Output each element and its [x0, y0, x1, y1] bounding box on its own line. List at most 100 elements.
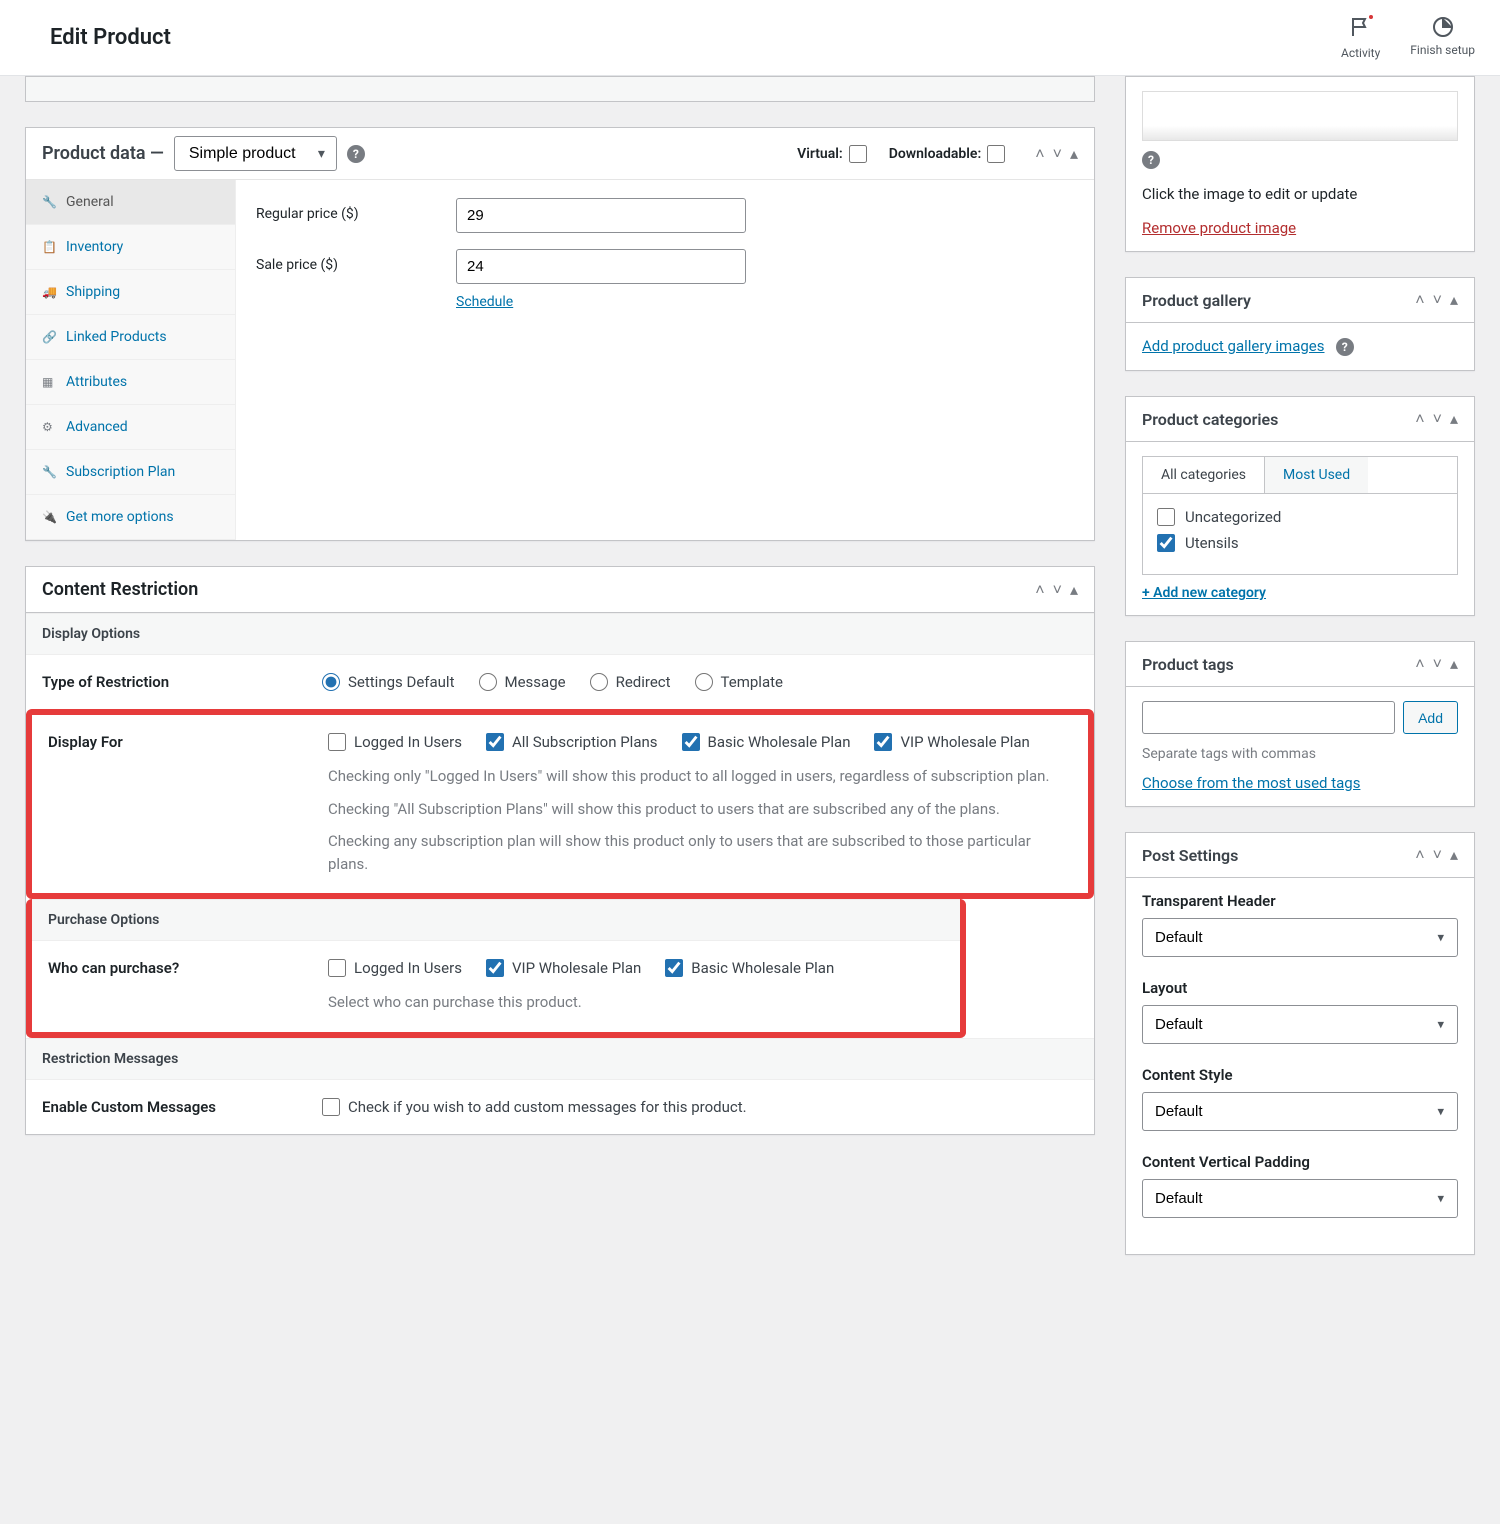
display-all-plans-check[interactable]: All Subscription Plans	[486, 733, 658, 751]
tab-getmore[interactable]: 🔌Get more options	[26, 495, 235, 540]
triangle-up-icon[interactable]: ▴	[1070, 580, 1078, 600]
finish-setup-button[interactable]: Finish setup	[1410, 15, 1475, 60]
downloadable-toggle[interactable]: Downloadable:	[889, 145, 1006, 163]
enable-custom-label: Enable Custom Messages	[42, 1098, 322, 1116]
remove-image-link[interactable]: Remove product image	[1142, 219, 1296, 237]
content-restriction-box: Content Restriction ˄ ˅ ▴ Display Option…	[25, 566, 1095, 1135]
page-header: Edit Product Activity Finish setup	[0, 0, 1500, 76]
activity-button[interactable]: Activity	[1341, 15, 1380, 60]
product-tags-box: Product tags ˄˅▴ Add Separate tags with …	[1125, 641, 1475, 807]
cat-utensils[interactable]: Utensils	[1157, 534, 1443, 552]
enable-custom-check[interactable]: Check if you wish to add custom messages…	[322, 1098, 1078, 1116]
help-icon[interactable]: ?	[1142, 151, 1160, 169]
word-count-bar	[25, 76, 1095, 102]
tab-subscription[interactable]: 🔧Subscription Plan	[26, 450, 235, 495]
content-style-label: Content Style	[1142, 1066, 1458, 1084]
display-help-1: Checking only "Logged In Users" will sho…	[328, 765, 1072, 788]
restriction-default-radio[interactable]: Settings Default	[322, 673, 455, 691]
choose-tags-link[interactable]: Choose from the most used tags	[1142, 774, 1360, 792]
chevron-up-icon[interactable]: ˄	[1035, 144, 1044, 164]
who-can-purchase-label: Who can purchase?	[48, 959, 328, 977]
cat-uncategorized[interactable]: Uncategorized	[1157, 508, 1443, 526]
purchase-basic-check[interactable]: Basic Wholesale Plan	[665, 959, 834, 977]
vertical-padding-select[interactable]: Default	[1142, 1179, 1458, 1218]
pie-icon	[1431, 15, 1455, 39]
tab-shipping[interactable]: 🚚Shipping	[26, 270, 235, 315]
display-for-label: Display For	[48, 733, 328, 751]
help-icon[interactable]: ?	[1336, 338, 1354, 356]
restriction-template-radio[interactable]: Template	[695, 673, 783, 691]
display-vip-check[interactable]: VIP Wholesale Plan	[874, 733, 1029, 751]
display-for-highlight: Display For Logged In Users All Subscrip…	[26, 709, 1094, 899]
chevron-down-icon[interactable]: ˅	[1433, 654, 1442, 674]
chevron-up-icon[interactable]: ˄	[1415, 654, 1424, 674]
add-tag-button[interactable]: Add	[1403, 701, 1458, 734]
display-help-3: Checking any subscription plan will show…	[328, 830, 1072, 875]
product-image-box: ? Click the image to edit or update Remo…	[1125, 76, 1475, 252]
transparent-header-select[interactable]: Default	[1142, 918, 1458, 957]
product-categories-box: Product categories ˄˅▴ All categories Mo…	[1125, 396, 1475, 616]
triangle-up-icon[interactable]: ▴	[1450, 409, 1458, 429]
image-edit-text: Click the image to edit or update	[1142, 185, 1458, 203]
product-image[interactable]	[1142, 91, 1458, 141]
product-gallery-box: Product gallery ˄˅▴ Add product gallery …	[1125, 277, 1475, 371]
cat-tab-most-used[interactable]: Most Used	[1265, 457, 1368, 493]
plugin-icon: 🔌	[42, 510, 56, 524]
purchase-options-highlight: Purchase Options Who can purchase? Logge…	[26, 899, 966, 1038]
wrench-icon: 🔧	[42, 465, 56, 479]
purchase-vip-check[interactable]: VIP Wholesale Plan	[486, 959, 641, 977]
regular-price-input[interactable]	[456, 198, 746, 233]
tab-advanced[interactable]: ⚙Advanced	[26, 405, 235, 450]
wrench-icon: 🔧	[42, 195, 56, 209]
gear-icon: ⚙	[42, 420, 56, 434]
tab-general[interactable]: 🔧General	[26, 180, 235, 225]
purchase-options-header: Purchase Options	[32, 899, 960, 941]
tab-attributes[interactable]: ▦Attributes	[26, 360, 235, 405]
chevron-down-icon[interactable]: ˅	[1433, 409, 1442, 429]
cat-tab-all[interactable]: All categories	[1143, 457, 1265, 493]
chevron-down-icon[interactable]: ˅	[1433, 845, 1442, 865]
link-icon: 🔗	[42, 330, 56, 344]
chevron-up-icon[interactable]: ˄	[1035, 580, 1044, 600]
add-gallery-link[interactable]: Add product gallery images	[1142, 337, 1325, 355]
layout-select[interactable]: Default	[1142, 1005, 1458, 1044]
chevron-down-icon[interactable]: ˅	[1053, 580, 1062, 600]
add-category-link[interactable]: + Add new category	[1142, 585, 1266, 601]
virtual-toggle[interactable]: Virtual:	[797, 145, 867, 163]
display-options-header: Display Options	[26, 613, 1094, 655]
post-settings-box: Post Settings ˄˅▴ Transparent Header Def…	[1125, 832, 1475, 1255]
purchase-help: Select who can purchase this product.	[328, 991, 944, 1014]
content-style-select[interactable]: Default	[1142, 1092, 1458, 1131]
tag-input[interactable]	[1142, 701, 1395, 734]
chevron-down-icon[interactable]: ˅	[1433, 290, 1442, 310]
chevron-up-icon[interactable]: ˄	[1415, 290, 1424, 310]
tab-inventory[interactable]: 📋Inventory	[26, 225, 235, 270]
restriction-message-radio[interactable]: Message	[479, 673, 566, 691]
triangle-up-icon[interactable]: ▴	[1450, 290, 1458, 310]
chevron-up-icon[interactable]: ˄	[1415, 409, 1424, 429]
type-restriction-label: Type of Restriction	[42, 673, 322, 691]
truck-icon: 🚚	[42, 285, 56, 299]
sale-price-label: Sale price ($)	[256, 249, 456, 273]
help-icon[interactable]: ?	[347, 145, 365, 163]
triangle-up-icon[interactable]: ▴	[1070, 144, 1078, 164]
chevron-down-icon[interactable]: ˅	[1053, 144, 1062, 164]
purchase-logged-in-check[interactable]: Logged In Users	[328, 959, 462, 977]
chevron-up-icon[interactable]: ˄	[1415, 845, 1424, 865]
display-logged-in-check[interactable]: Logged In Users	[328, 733, 462, 751]
tab-linked[interactable]: 🔗Linked Products	[26, 315, 235, 360]
restriction-messages-header: Restriction Messages	[26, 1038, 1094, 1080]
triangle-up-icon[interactable]: ▴	[1450, 654, 1458, 674]
clipboard-icon: 📋	[42, 240, 56, 254]
triangle-up-icon[interactable]: ▴	[1450, 845, 1458, 865]
regular-price-label: Regular price ($)	[256, 198, 456, 222]
restriction-redirect-radio[interactable]: Redirect	[590, 673, 671, 691]
product-type-select[interactable]: Simple product	[174, 136, 337, 171]
display-basic-check[interactable]: Basic Wholesale Plan	[682, 733, 851, 751]
page-title: Edit Product	[50, 25, 171, 50]
product-data-box: Product data — Simple product ? Virtual:…	[25, 127, 1095, 541]
sale-price-input[interactable]	[456, 249, 746, 284]
vertical-padding-label: Content Vertical Padding	[1142, 1153, 1458, 1171]
product-data-title: Product data —	[42, 143, 164, 164]
schedule-link[interactable]: Schedule	[456, 294, 513, 310]
